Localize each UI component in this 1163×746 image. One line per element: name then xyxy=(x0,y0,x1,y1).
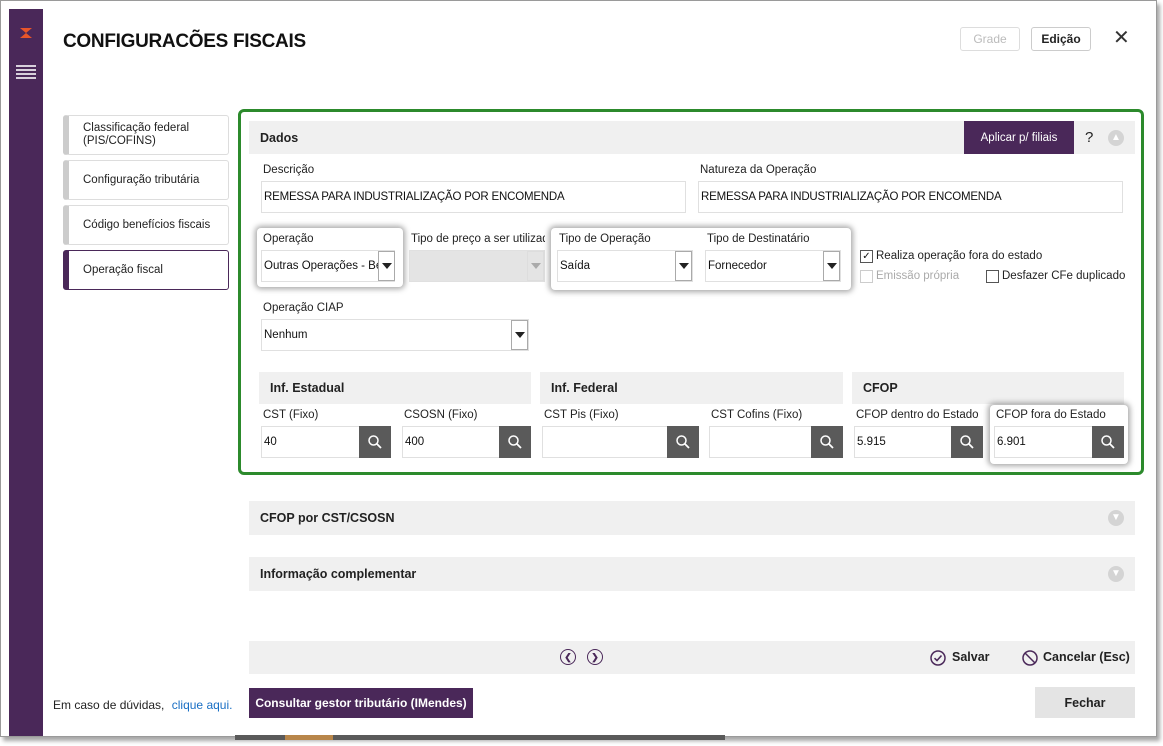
inf-estadual-label: Inf. Estadual xyxy=(270,381,345,395)
chevron-down-icon xyxy=(527,251,544,281)
natureza-field[interactable]: REMESSA PARA INDUSTRIALIZAÇÃO POR ENCOME… xyxy=(698,181,1123,213)
dialog-window: CONFIGURACÕES FISCAIS Grade Edição ✕ Cla… xyxy=(0,0,1157,737)
app-sidebar-strip xyxy=(9,9,43,736)
emissao-propria-label: Emissão própria xyxy=(876,270,960,282)
sidebar-item-operacao-fiscal[interactable]: Operação fiscal xyxy=(63,250,229,290)
cfop-label: CFOP xyxy=(863,381,898,395)
page-title: CONFIGURACÕES FISCAIS xyxy=(63,31,306,52)
descricao-field[interactable]: REMESSA PARA INDUSTRIALIZAÇÃO POR ENCOME… xyxy=(261,181,686,213)
app-logo-icon[interactable] xyxy=(18,25,34,41)
cancel-circle-icon[interactable] xyxy=(1022,650,1038,666)
edicao-button[interactable]: Edição xyxy=(1031,27,1091,51)
sidebar-item-classificacao-federal[interactable]: Classificação federal (PIS/COFINS) xyxy=(63,115,229,155)
inf-estadual-header: Inf. Estadual xyxy=(259,372,531,404)
search-icon[interactable] xyxy=(499,426,531,458)
check-circle-icon[interactable] xyxy=(930,650,946,666)
csosn-fixo-label: CSOSN (Fixo) xyxy=(404,409,478,421)
chevron-up-icon[interactable]: ▲ xyxy=(1108,130,1124,146)
cst-fixo-label: CST (Fixo) xyxy=(263,409,319,421)
desfazer-checkbox[interactable] xyxy=(986,270,999,283)
chevron-down-icon[interactable] xyxy=(511,320,528,350)
sidebar-item-label: Configuração tributária xyxy=(83,174,200,186)
chevron-down-icon[interactable] xyxy=(823,251,840,281)
cfop-fora-field[interactable]: 6.901 xyxy=(994,426,1094,458)
tipo-operacao-label: Tipo de Operação xyxy=(559,233,651,245)
search-icon[interactable] xyxy=(811,426,843,458)
sidebar-item-configuracao-tributaria[interactable]: Configuração tributária xyxy=(63,160,229,200)
tipo-destinatario-label: Tipo de Destinatário xyxy=(707,233,810,245)
tipo-destinatario-select[interactable]: Fornecedor xyxy=(705,250,841,282)
operacao-select[interactable]: Outras Operações - Ben xyxy=(261,250,395,282)
fechar-button[interactable]: Fechar xyxy=(1035,687,1135,718)
inf-federal-header: Inf. Federal xyxy=(540,372,843,404)
search-icon[interactable] xyxy=(951,426,983,458)
natureza-label: Natureza da Operação xyxy=(700,164,817,176)
cancelar-button[interactable]: Cancelar (Esc) xyxy=(1043,650,1130,664)
cfop-fora-label: CFOP fora do Estado xyxy=(996,409,1106,421)
chevron-down-icon[interactable] xyxy=(378,251,395,281)
search-icon[interactable] xyxy=(359,426,391,458)
chevron-down-icon[interactable]: ▼ xyxy=(1108,510,1124,526)
sidebar-item-label: Classificação federal (PIS/COFINS) xyxy=(83,122,190,147)
dados-header-label: Dados xyxy=(260,130,299,145)
cfop-dentro-label: CFOP dentro do Estado xyxy=(856,409,979,421)
cfop-cst-label: CFOP por CST/CSOSN xyxy=(260,511,395,525)
realiza-fora-checkbox[interactable]: ✓ xyxy=(860,250,873,263)
info-complementar-label: Informação complementar xyxy=(260,567,417,581)
emissao-propria-checkbox xyxy=(860,270,873,283)
cfop-header: CFOP xyxy=(852,372,1124,404)
next-icon[interactable]: ❯ xyxy=(587,649,603,665)
sidebar-item-label: Operação fiscal xyxy=(83,264,163,276)
grade-button[interactable]: Grade xyxy=(960,27,1020,51)
cst-pis-label: CST Pis (Fixo) xyxy=(544,409,619,421)
cst-cofins-field[interactable] xyxy=(709,426,813,458)
taskbar-strip-accent xyxy=(285,735,333,740)
chevron-down-icon[interactable]: ▼ xyxy=(1108,566,1124,582)
desfazer-label: Desfazer CFe duplicado xyxy=(1002,270,1126,282)
operacao-label: Operação xyxy=(263,233,314,245)
tipo-operacao-select[interactable]: Saída xyxy=(557,250,693,282)
realiza-fora-label: Realiza operação fora do estado xyxy=(876,250,1043,262)
cst-fixo-field[interactable]: 40 xyxy=(261,426,361,458)
aplicar-filiais-button[interactable]: Aplicar p/ filiais xyxy=(964,121,1074,154)
cfop-cst-section-header[interactable]: CFOP por CST/CSOSN xyxy=(249,501,1135,535)
search-icon[interactable] xyxy=(1092,426,1124,458)
cst-pis-field[interactable] xyxy=(542,426,670,458)
search-icon[interactable] xyxy=(667,426,699,458)
help-icon[interactable]: ? xyxy=(1085,129,1093,146)
cst-cofins-label: CST Cofins (Fixo) xyxy=(711,409,803,421)
cfop-dentro-field[interactable]: 5.915 xyxy=(854,426,954,458)
help-text: Em caso de dúvidas, clique aqui. xyxy=(53,698,232,712)
chevron-down-icon[interactable] xyxy=(675,251,692,281)
info-complementar-section-header[interactable]: Informação complementar xyxy=(249,557,1135,591)
sidebar-item-label: Código benefícios fiscais xyxy=(83,219,211,231)
sidebar-item-codigo-beneficios[interactable]: Código benefícios fiscais xyxy=(63,205,229,245)
csosn-fixo-field[interactable]: 400 xyxy=(402,426,502,458)
previous-icon[interactable]: ❮ xyxy=(560,649,576,665)
menu-list-icon[interactable] xyxy=(16,65,36,81)
help-text-label: Em caso de dúvidas, xyxy=(53,698,165,712)
consultar-gestor-button[interactable]: Consultar gestor tributário (IMendes) xyxy=(249,688,473,718)
descricao-label: Descrição xyxy=(263,164,315,176)
inf-federal-label: Inf. Federal xyxy=(551,381,618,395)
operacao-ciap-label: Operação CIAP xyxy=(263,302,344,314)
salvar-button[interactable]: Salvar xyxy=(952,650,990,664)
tipo-preco-select xyxy=(409,250,545,282)
close-icon[interactable]: ✕ xyxy=(1113,28,1130,48)
help-link[interactable]: clique aqui. xyxy=(172,698,233,712)
action-bar xyxy=(249,641,1135,674)
operacao-ciap-select[interactable]: Nenhum xyxy=(261,319,529,351)
tipo-preco-label: Tipo de preço a ser utilizado xyxy=(411,233,545,245)
